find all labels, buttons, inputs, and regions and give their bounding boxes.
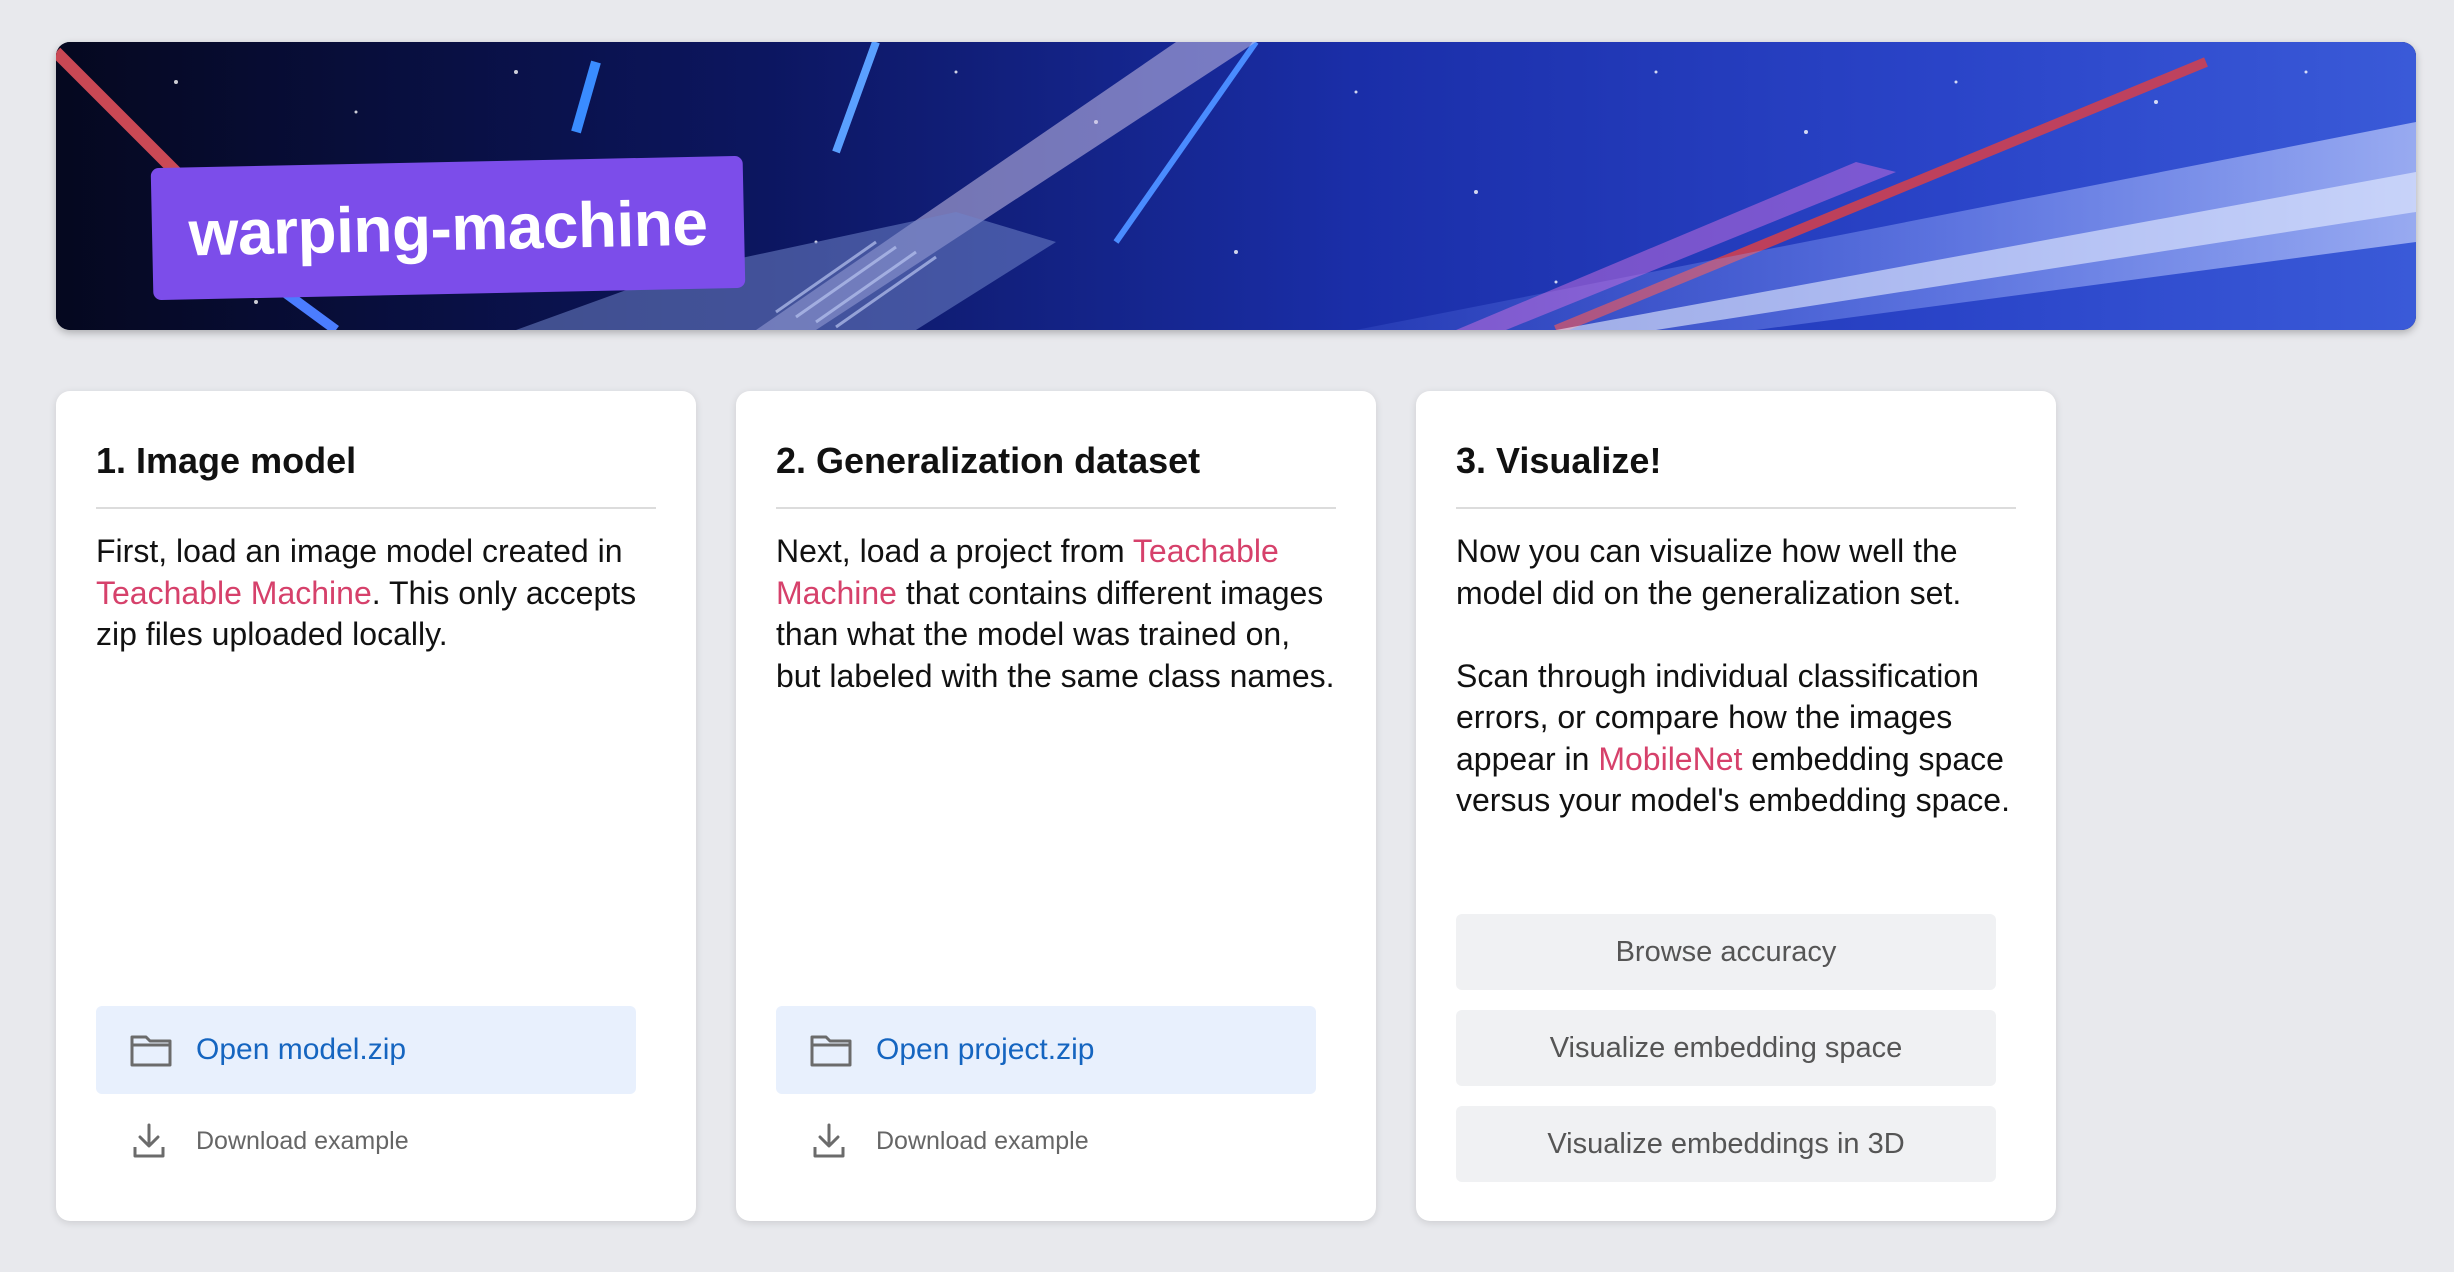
description-text: Next, load a project from — [776, 533, 1133, 569]
download-example-link[interactable]: Download example — [776, 1116, 1089, 1166]
mobilenet-link[interactable]: MobileNet — [1598, 741, 1742, 777]
folder-icon — [130, 1035, 172, 1067]
teachable-machine-link[interactable]: Teachable Machine — [96, 575, 372, 611]
download-icon — [133, 1123, 165, 1158]
folder-icon — [810, 1035, 852, 1067]
download-example-label: Download example — [876, 1126, 1089, 1155]
app-title-badge: warping-machine — [150, 155, 746, 301]
card-generalization-dataset: 2. Generalization dataset Next, load a p… — [736, 391, 1376, 1221]
header-banner: warping-machine — [56, 42, 2416, 330]
card-image-model: 1. Image model First, load an image mode… — [56, 391, 696, 1221]
description-text: First, load an image model created in — [96, 533, 623, 569]
card-visualize: 3. Visualize! Now you can visualize how … — [1416, 391, 2056, 1221]
open-model-label: Open model.zip — [196, 1033, 407, 1066]
card-description: Next, load a project from Teachable Mach… — [776, 531, 1336, 697]
open-model-button[interactable]: Open model.zip — [96, 1006, 636, 1094]
app-title: warping-machine — [187, 186, 709, 270]
card-heading: 2. Generalization dataset — [776, 431, 1336, 509]
download-example-label: Download example — [196, 1126, 409, 1155]
browse-accuracy-button[interactable]: Browse accuracy — [1456, 914, 1996, 990]
description-text: Now you can visualize how well the model… — [1456, 533, 1962, 611]
open-project-label: Open project.zip — [876, 1033, 1095, 1066]
card-heading: 1. Image model — [96, 431, 656, 509]
visualize-embedding-space-button[interactable]: Visualize embedding space — [1456, 1010, 1996, 1086]
card-heading: 3. Visualize! — [1456, 431, 2016, 509]
open-project-button[interactable]: Open project.zip — [776, 1006, 1316, 1094]
download-icon — [813, 1123, 845, 1158]
card-description: Now you can visualize how well the model… — [1456, 531, 2016, 822]
visualize-embeddings-3d-button[interactable]: Visualize embeddings in 3D — [1456, 1106, 1996, 1182]
card-description: First, load an image model created in Te… — [96, 531, 656, 656]
download-example-link[interactable]: Download example — [96, 1116, 409, 1166]
